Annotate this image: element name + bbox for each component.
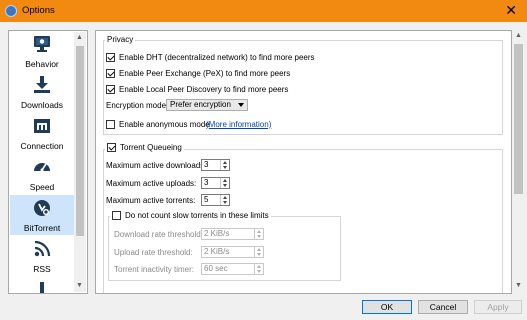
title-bar: Options ✕ — [0, 0, 527, 22]
sidebar-item-rss[interactable]: RSS — [10, 236, 74, 276]
close-icon[interactable]: ✕ — [505, 3, 517, 17]
spin-arrows-icon[interactable] — [254, 229, 263, 239]
download-rate-label: Download rate threshold: — [114, 229, 203, 239]
max-uploads-value: 3 — [204, 178, 209, 187]
scrollbar-thumb[interactable] — [514, 44, 523, 194]
anonymous-mode-label: Enable anonymous mode — [119, 119, 210, 129]
lpd-option[interactable]: Enable Local Peer Discovery to find more… — [106, 83, 288, 95]
speedometer-icon — [34, 163, 50, 172]
spin-arrows-icon[interactable] — [220, 178, 229, 188]
monitor-icon — [34, 36, 50, 52]
sidebar-item-speed[interactable]: Speed — [10, 154, 74, 194]
sidebar-item-behavior[interactable]: Behavior — [10, 31, 74, 71]
spin-arrows-icon[interactable] — [254, 247, 263, 257]
sidebar-item-label: Speed — [29, 182, 55, 192]
sidebar-scrollbar[interactable]: ▲ ▼ — [74, 32, 86, 292]
chevron-down-icon — [238, 103, 244, 107]
sidebar-item-label: Connection — [20, 141, 64, 151]
download-rate-value: 2 KiB/s — [204, 229, 230, 238]
max-torrents-spinbox[interactable]: 5 — [201, 194, 230, 206]
inactivity-timer-label: Torrent inactivity timer: — [114, 264, 195, 274]
torrent-queueing-checkbox[interactable] — [107, 142, 116, 152]
sidebar-item-advanced[interactable] — [10, 277, 74, 293]
options-scrollbar[interactable]: ▲ ▼ — [512, 30, 525, 294]
pex-checkbox[interactable] — [106, 68, 115, 78]
scroll-up-arrow-icon[interactable]: ▲ — [76, 34, 83, 41]
cancel-button[interactable]: Cancel — [418, 300, 468, 314]
encryption-mode-dropdown[interactable]: Prefer encryption — [166, 99, 248, 111]
max-torrents-value: 5 — [204, 195, 209, 204]
dht-checkbox[interactable] — [106, 52, 115, 62]
max-uploads-label: Maximum active uploads: — [106, 178, 197, 188]
download-icon — [34, 76, 50, 93]
app-icon — [5, 5, 17, 17]
lpd-label: Enable Local Peer Discovery to find more… — [119, 84, 289, 94]
anonymous-mode-option[interactable]: Enable anonymous mode — [106, 118, 210, 130]
window-title: Options — [22, 5, 55, 16]
sidebar-item-downloads[interactable]: Downloads — [10, 72, 74, 112]
sidebar-item-connection[interactable]: Connection — [10, 113, 74, 153]
ok-button[interactable]: OK — [362, 300, 412, 314]
max-torrents-label: Maximum active torrents: — [106, 195, 196, 205]
scroll-down-arrow-icon[interactable]: ▼ — [76, 282, 83, 289]
slow-torrents-toggle[interactable]: Do not count slow torrents in these limi… — [110, 209, 271, 221]
max-uploads-spinbox[interactable]: 3 — [201, 177, 230, 189]
torrent-queueing-toggle[interactable]: Torrent Queueing — [105, 141, 184, 153]
max-downloads-label: Maximum active downloads: — [106, 160, 207, 170]
lpd-checkbox[interactable] — [106, 84, 115, 94]
slow-torrents-label: Do not count slow torrents in these limi… — [125, 210, 269, 220]
torrent-queueing-title: Torrent Queueing — [120, 142, 182, 152]
spin-arrows-icon[interactable] — [220, 160, 229, 170]
spin-arrows-icon[interactable] — [254, 264, 263, 274]
encryption-mode-label: Encryption mode: — [106, 100, 169, 110]
scroll-up-arrow-icon[interactable]: ▲ — [515, 32, 522, 39]
upload-rate-spinbox[interactable]: 2 KiB/s — [201, 246, 264, 258]
sidebar-item-bittorrent[interactable]: BitTorrent — [10, 195, 74, 235]
sidebar-item-label: Behavior — [25, 59, 59, 69]
network-icon — [34, 119, 50, 133]
options-sidebar: Behavior Downloads Connection Speed BitT… — [8, 30, 88, 294]
scroll-down-arrow-icon[interactable]: ▼ — [515, 282, 522, 289]
bittorrent-icon — [34, 200, 50, 216]
pex-option[interactable]: Enable Peer Exchange (PeX) to find more … — [106, 67, 290, 79]
max-downloads-spinbox[interactable]: 3 — [201, 159, 230, 171]
bittorrent-options-panel: Privacy Enable DHT (decentralized networ… — [95, 30, 512, 294]
scrollbar-thumb[interactable] — [76, 46, 84, 236]
sidebar-item-label: Downloads — [20, 100, 64, 110]
rss-icon — [34, 240, 51, 257]
sidebar-item-label: BitTorrent — [23, 223, 61, 233]
encryption-mode-value: Prefer encryption — [170, 100, 231, 109]
slow-torrents-checkbox[interactable] — [112, 210, 121, 220]
upload-rate-label: Upload rate threshold: — [114, 247, 193, 257]
max-downloads-value: 3 — [204, 160, 209, 169]
apply-button[interactable]: Apply — [474, 300, 522, 314]
pex-label: Enable Peer Exchange (PeX) to find more … — [119, 68, 291, 78]
sidebar-item-label: RSS — [33, 264, 51, 274]
dht-label: Enable DHT (decentralized network) to fi… — [119, 52, 315, 62]
spin-arrows-icon[interactable] — [220, 195, 229, 205]
advanced-icon — [40, 282, 44, 293]
inactivity-timer-spinbox[interactable]: 60 sec — [201, 263, 264, 275]
privacy-group-title: Privacy — [105, 35, 136, 44]
upload-rate-value: 2 KiB/s — [204, 247, 230, 256]
dht-option[interactable]: Enable DHT (decentralized network) to fi… — [106, 51, 315, 63]
download-rate-spinbox[interactable]: 2 KiB/s — [201, 228, 264, 240]
inactivity-timer-value: 60 sec — [204, 264, 228, 273]
more-information-link[interactable]: (More information) — [206, 118, 271, 130]
anonymous-mode-checkbox[interactable] — [106, 119, 115, 129]
